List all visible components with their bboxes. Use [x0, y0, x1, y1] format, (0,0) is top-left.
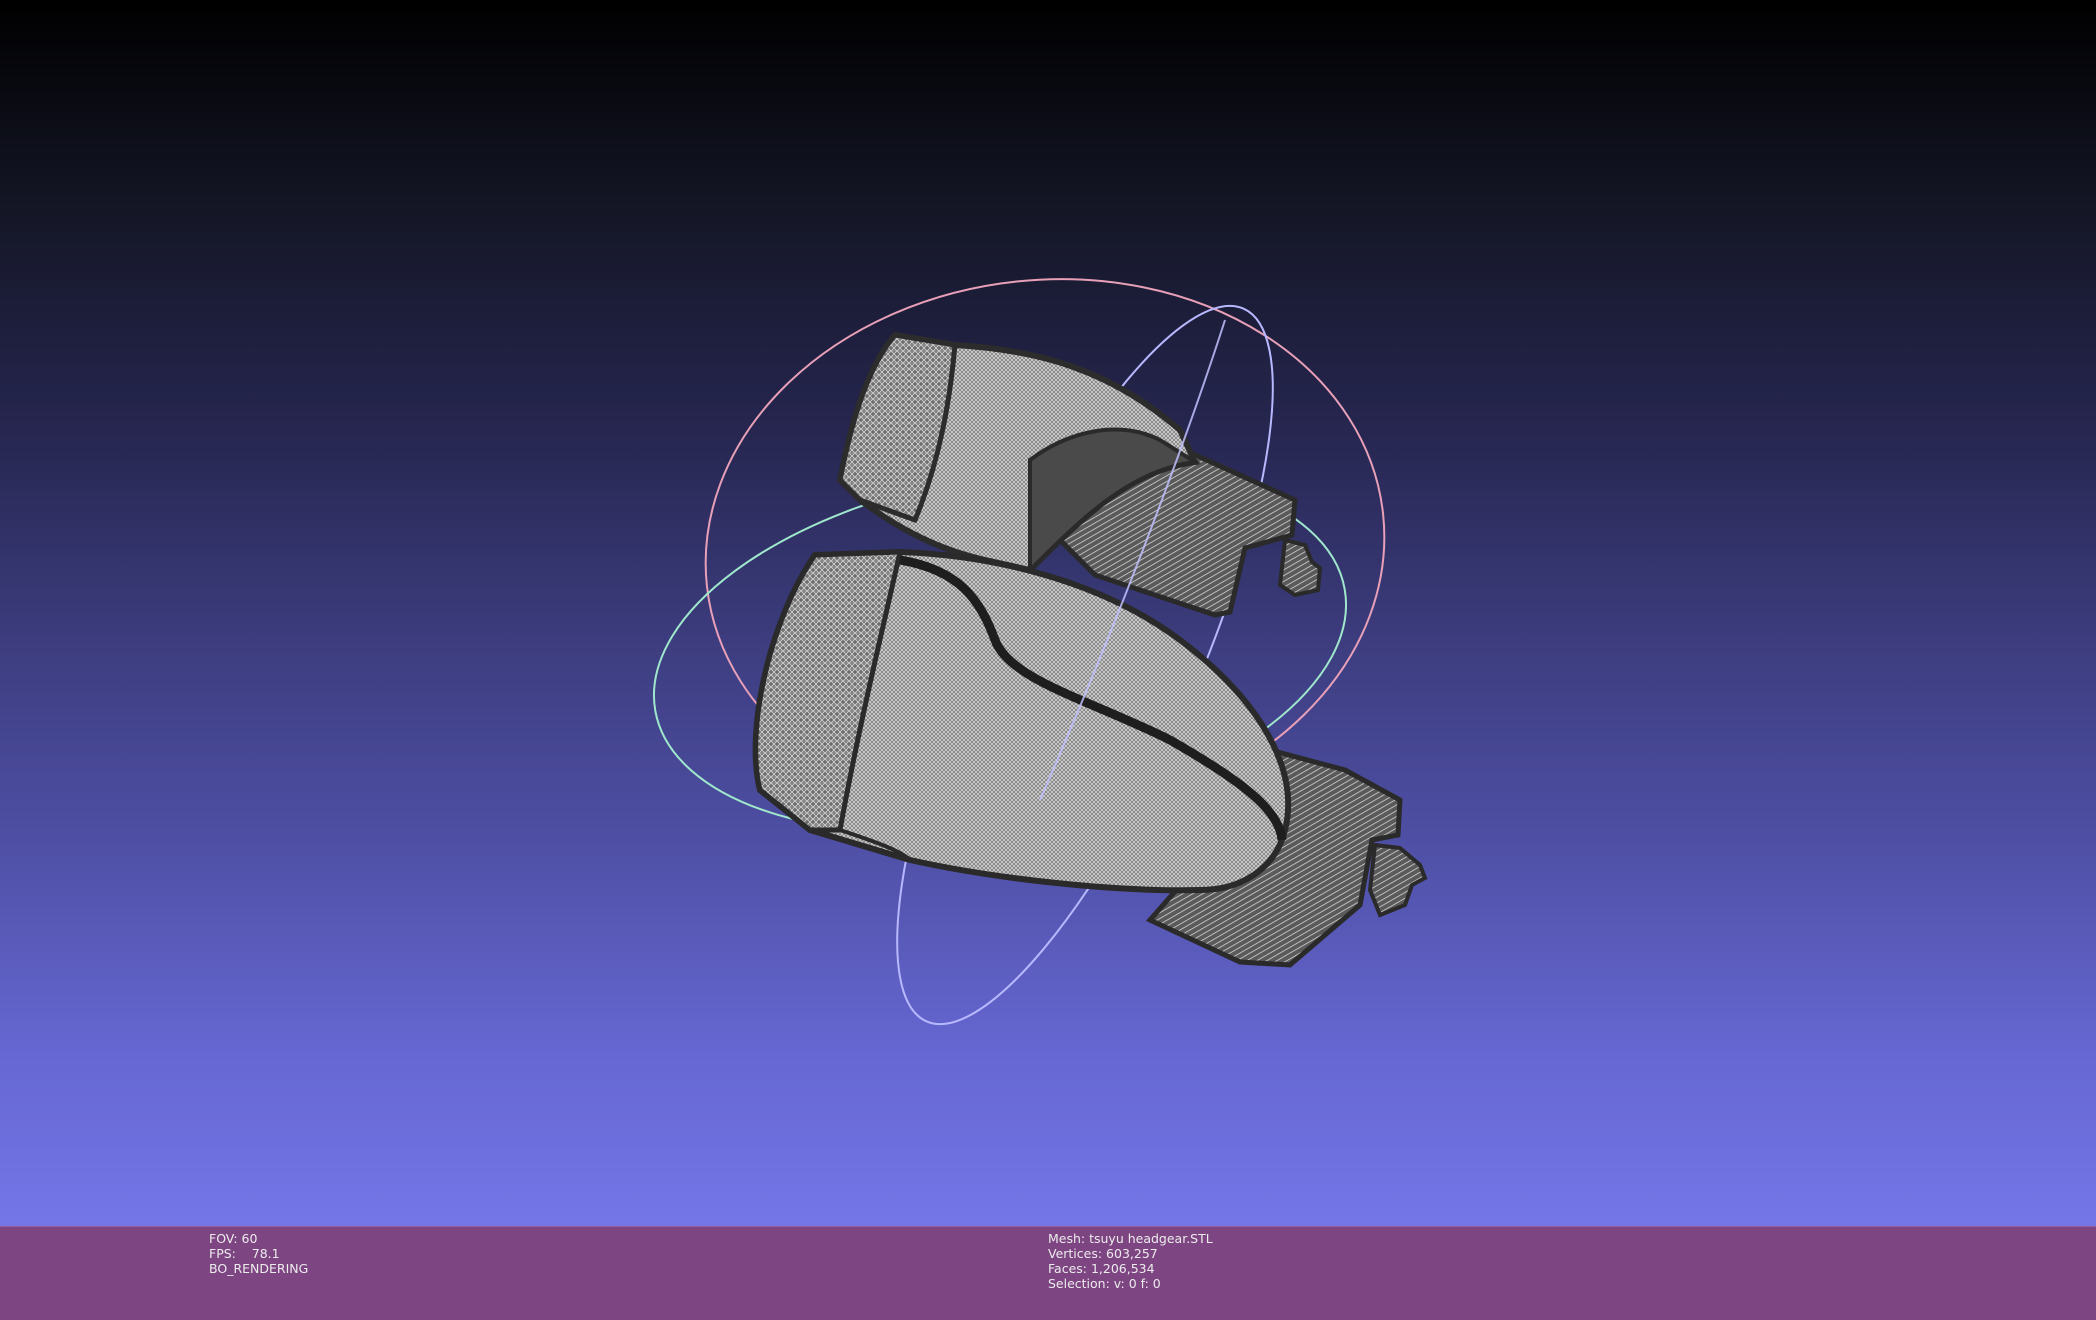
mesh-lower-piece	[752, 548, 1428, 968]
viewport-canvas[interactable]	[0, 0, 2096, 1226]
render-info: FOV: 60 FPS: 78.1 BO_RENDERING	[209, 1231, 308, 1276]
status-bar: FOV: 60 FPS: 78.1 BO_RENDERING Mesh: tsu…	[0, 1226, 2096, 1320]
render-mode-readout: BO_RENDERING	[209, 1261, 309, 1276]
fps-readout: FPS: 78.1	[209, 1246, 280, 1261]
fov-readout: FOV: 60	[209, 1231, 258, 1246]
selection-readout: Selection: v: 0 f: 0	[1048, 1276, 1161, 1291]
mesh-info: Mesh: tsuyu headgear.STL Vertices: 603,2…	[1048, 1231, 1213, 1291]
faces-readout: Faces: 1,206,534	[1048, 1261, 1155, 1276]
3d-viewport[interactable]	[0, 0, 2096, 1226]
mesh-name-readout: Mesh: tsuyu headgear.STL	[1048, 1231, 1213, 1246]
vertices-readout: Vertices: 603,257	[1048, 1246, 1158, 1261]
